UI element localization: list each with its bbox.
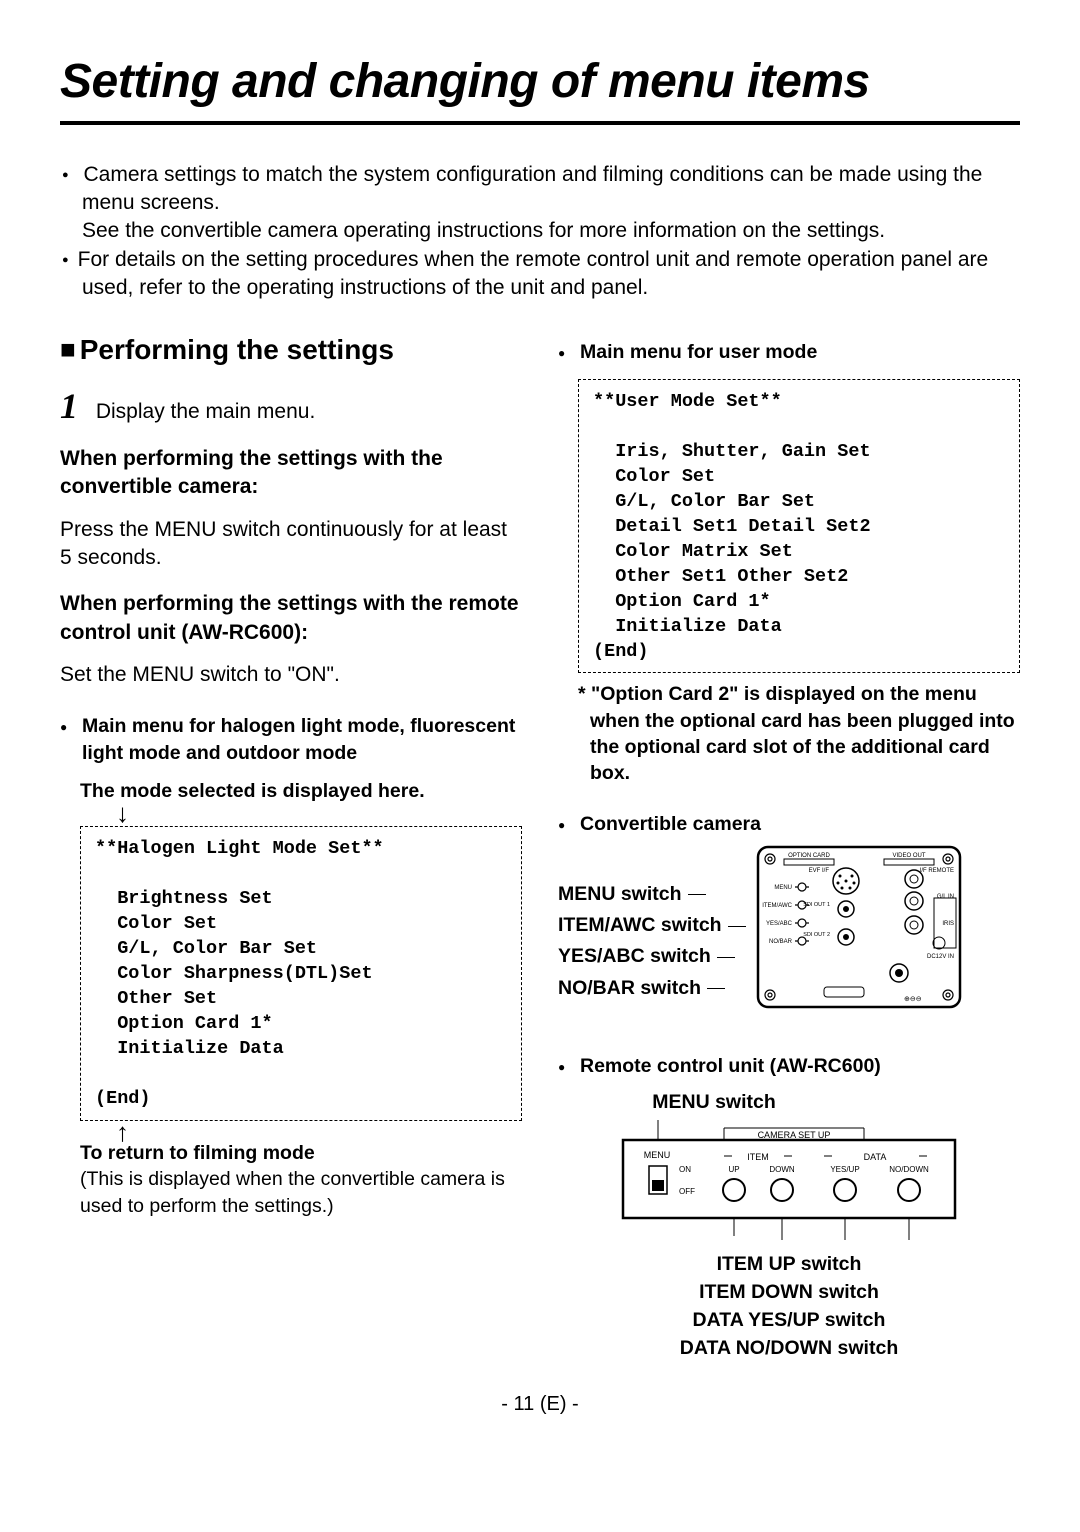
halogen-line-3: Color Sharpness(DTL)Set <box>95 963 373 984</box>
halogen-line-2: G/L, Color Bar Set <box>95 938 317 959</box>
cam-label-yes: YES/ABC switch <box>558 941 746 972</box>
cam-label-item: ITEM/AWC switch <box>558 910 746 941</box>
user-line-4: Color Matrix Set <box>593 541 793 562</box>
convertible-camera-bullet: Convertible camera <box>558 811 1020 837</box>
rc-item-down-label: ITEM DOWN switch <box>558 1278 1020 1306</box>
intro-item-2: For details on the setting procedures wh… <box>82 246 1020 303</box>
arrow-down-icon: ↓ <box>116 806 522 822</box>
halogen-line-6: Initialize Data <box>95 1038 284 1059</box>
rc-diagram: CAMERA SET UP MENU ON OFF ITEM UP DOWN D… <box>619 1120 959 1240</box>
halogen-end: (End) <box>95 1088 151 1109</box>
halogen-line-5: Option Card 1* <box>95 1013 273 1034</box>
rc-data-nodown-label: DATA NO/DOWN switch <box>558 1334 1020 1362</box>
user-line-3: Detail Set1 Detail Set2 <box>593 516 871 537</box>
svg-text:OPTION CARD: OPTION CARD <box>788 853 830 859</box>
user-end: (End) <box>593 641 649 662</box>
intro-1b: See the convertible camera operating ins… <box>82 219 885 242</box>
svg-text:UP: UP <box>728 1165 739 1174</box>
rc-data-yesup-label: DATA YES/UP switch <box>558 1306 1020 1334</box>
svg-text:VIDEO OUT: VIDEO OUT <box>892 853 925 859</box>
section-heading-text: Performing the settings <box>80 334 394 365</box>
rc-bullet: Remote control unit (AW-RC600) <box>558 1053 1020 1079</box>
svg-text:DOWN: DOWN <box>769 1165 795 1174</box>
user-line-7: Initialize Data <box>593 616 782 637</box>
step-number-1: 1 <box>60 382 90 431</box>
halogen-line-1: Color Set <box>95 913 217 934</box>
svg-text:MENU: MENU <box>774 885 792 891</box>
camera-back-diagram: OPTION CARD VIDEO OUT EVF I/F I/F REMOTE… <box>754 843 964 1023</box>
return-title: To return to filming mode <box>80 1140 522 1166</box>
user-line-6: Option Card 1* <box>593 591 771 612</box>
svg-text:NO/DOWN: NO/DOWN <box>889 1165 929 1174</box>
camera-switch-labels: MENU switch ITEM/AWC switch YES/ABC swit… <box>558 879 746 1004</box>
step-1: 1 Display the main menu. <box>60 382 522 431</box>
arrow-up-icon: ↑ <box>116 1125 522 1141</box>
svg-text:ON: ON <box>679 1165 691 1174</box>
step1-sub1-title: When performing the settings with the co… <box>60 445 522 502</box>
user-line-5: Other Set1 Other Set2 <box>593 566 848 587</box>
svg-text:ITEM: ITEM <box>747 1152 769 1162</box>
user-line-1: Color Set <box>593 466 715 487</box>
intro-list: Camera settings to match the system conf… <box>60 161 1020 303</box>
page-title: Setting and changing of menu items <box>60 50 1020 125</box>
svg-text:NO/BAR: NO/BAR <box>769 939 793 945</box>
halogen-line-4: Other Set <box>95 988 217 1009</box>
svg-text:SDI OUT 1: SDI OUT 1 <box>803 902 830 908</box>
step1-sub2-title: When performing the settings with the re… <box>60 590 522 647</box>
svg-text:MENU: MENU <box>644 1150 671 1160</box>
option-card-note: * "Option Card 2" is displayed on the me… <box>578 681 1020 786</box>
user-line-0: Iris, Shutter, Gain Set <box>593 441 871 462</box>
svg-text:G/L IN: G/L IN <box>936 894 953 900</box>
step-1-label: Display the main menu. <box>96 400 315 423</box>
svg-text:YES/ABC: YES/ABC <box>766 921 793 927</box>
step1-sub2-body: Set the MENU switch to "ON". <box>60 661 522 689</box>
halogen-line-0: Brightness Set <box>95 888 273 909</box>
rc-item-up-label: ITEM UP switch <box>558 1250 1020 1278</box>
svg-text:ITEM/AWC: ITEM/AWC <box>762 903 792 909</box>
svg-text:CAMERA SET UP: CAMERA SET UP <box>758 1130 831 1140</box>
return-body: (This is displayed when the convertible … <box>80 1166 522 1219</box>
halogen-bullet: Main menu for halogen light mode, fluore… <box>60 713 522 766</box>
intro-1a: Camera settings to match the system conf… <box>82 163 982 214</box>
rc-bottom-labels: ITEM UP switch ITEM DOWN switch DATA YES… <box>558 1250 1020 1363</box>
page-number: - 11 (E) - <box>60 1391 1020 1418</box>
svg-text:IRIS: IRIS <box>942 921 954 927</box>
svg-text:EVF I/F: EVF I/F <box>808 868 829 874</box>
halogen-menu-title: **Halogen Light Mode Set** <box>95 838 384 859</box>
svg-text:DC12V IN: DC12V IN <box>927 954 954 960</box>
mode-pointer-note: The mode selected is displayed here. <box>80 778 522 804</box>
svg-text:I/F REMOTE: I/F REMOTE <box>919 868 953 874</box>
right-column: Main menu for user mode **User Mode Set*… <box>558 331 1020 1363</box>
user-menu-box: **User Mode Set** Iris, Shutter, Gain Se… <box>578 379 1020 674</box>
cam-label-menu: MENU switch <box>558 879 746 910</box>
halogen-menu-box: **Halogen Light Mode Set** Brightness Se… <box>80 826 522 1121</box>
cam-label-no: NO/BAR switch <box>558 973 746 1004</box>
svg-text:DATA: DATA <box>864 1152 887 1162</box>
left-column: ■Performing the settings 1 Display the m… <box>60 331 522 1363</box>
rc-menu-switch-label: MENU switch <box>558 1089 1020 1115</box>
section-heading: ■Performing the settings <box>60 331 522 369</box>
user-menu-title: **User Mode Set** <box>593 391 782 412</box>
svg-text:SDI OUT 2: SDI OUT 2 <box>803 932 830 938</box>
intro-item-1: Camera settings to match the system conf… <box>82 161 1020 246</box>
svg-text:YES/UP: YES/UP <box>830 1165 859 1174</box>
user-mode-bullet: Main menu for user mode <box>558 339 1020 365</box>
user-line-2: G/L, Color Bar Set <box>593 491 815 512</box>
svg-text:OFF: OFF <box>679 1187 695 1196</box>
svg-text:⊕⊖⊖: ⊕⊖⊖ <box>904 996 922 1003</box>
step1-sub1-body: Press the MENU switch continuously for a… <box>60 516 522 573</box>
square-icon: ■ <box>60 334 76 364</box>
